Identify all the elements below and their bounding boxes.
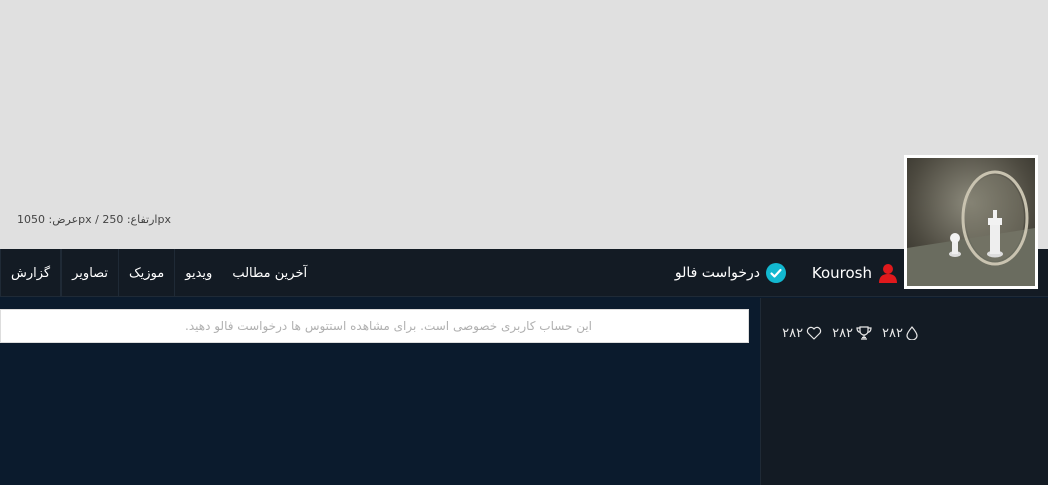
stat-drops: ۲۸۲ bbox=[882, 326, 918, 341]
tab-latest-posts[interactable]: آخرین مطالب bbox=[222, 249, 317, 297]
tab-music[interactable]: موزیک bbox=[118, 249, 174, 297]
avatar-image bbox=[907, 158, 1035, 286]
stat-likes-value: ۲۸۲ bbox=[782, 325, 804, 341]
follow-request-label: درخواست فالو bbox=[674, 265, 760, 281]
profile-tabs: آخرین مطالب ویدیو موزیک تصاویر گزارش bbox=[0, 249, 317, 297]
private-account-text: این حساب کاربری خصوصی است. برای مشاهده ا… bbox=[185, 319, 592, 333]
profile-stats: ۲۸۲ ۲۸۲ ۲۸۲ bbox=[782, 323, 918, 343]
tab-images[interactable]: تصاویر bbox=[61, 249, 118, 297]
stat-trophies: ۲۸۲ bbox=[832, 326, 872, 341]
user-icon bbox=[879, 264, 897, 283]
cover-banner: عرض: 1050px / ارتفاع: 250px bbox=[0, 0, 1048, 249]
username[interactable]: Kourosh bbox=[812, 262, 898, 284]
heart-icon bbox=[806, 326, 822, 340]
trophy-icon bbox=[856, 326, 872, 340]
follow-request-button[interactable]: درخواست فالو bbox=[675, 262, 786, 284]
tab-report[interactable]: گزارش bbox=[0, 249, 62, 297]
tab-video[interactable]: ویدیو bbox=[174, 249, 222, 297]
stat-likes: ۲۸۲ bbox=[782, 326, 822, 341]
private-account-notice: این حساب کاربری خصوصی است. برای مشاهده ا… bbox=[0, 309, 749, 343]
stat-drops-value: ۲۸۲ bbox=[882, 325, 903, 341]
cover-dimensions-text: عرض: 1050px / ارتفاع: 250px bbox=[17, 213, 171, 226]
check-icon bbox=[766, 263, 786, 283]
avatar[interactable] bbox=[904, 155, 1038, 289]
username-label: Kourosh bbox=[811, 264, 872, 282]
stat-trophies-value: ۲۸۲ bbox=[832, 325, 854, 341]
drop-icon bbox=[906, 326, 918, 340]
